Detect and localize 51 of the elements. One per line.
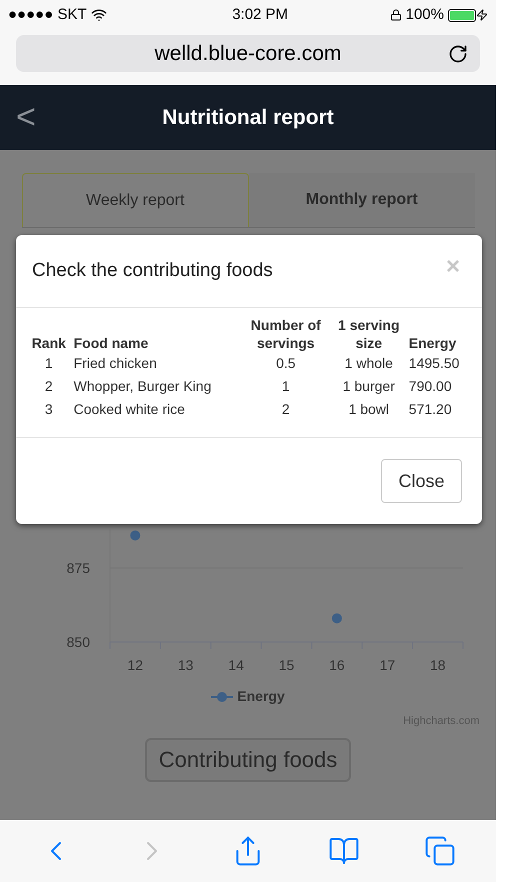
x-tick-label: 14 [228,657,244,673]
contributing-foods-button[interactable]: Contributing foods [144,738,352,782]
table-cell-text: Cooked white rice [72,400,186,419]
wifi-icon [90,7,107,23]
table-cell-text: Whopper, Burger King [72,377,212,396]
legend-marker-icon [211,692,234,702]
x-tick-label: 18 [430,657,446,673]
table-cell-text: 1 [44,354,54,373]
reload-icon[interactable] [448,44,468,64]
address-bar[interactable]: welld.blue-core.com [16,35,480,72]
carrier-label: ●●●●● SKT [8,4,87,25]
table-cell-text: 0.5 [275,354,297,373]
table-cell-text: Fried chicken [72,354,158,373]
table-cell-text: 790.00 [408,377,453,396]
page-title: Nutritional report [162,104,334,131]
column-header: Food name [72,334,150,352]
table-cell-text: 1 burger [342,377,396,396]
data-point [332,613,342,624]
table-cell-text: 2 [280,400,291,419]
battery-percent: 100% [406,4,444,25]
data-point [130,530,140,540]
bookmarks-icon[interactable] [328,835,360,867]
y-tick-label: 875 [66,560,90,576]
tabs-icon[interactable] [424,835,456,867]
table-cell-text: 2 [44,377,54,396]
table-cell-text: 1 whole [344,354,394,373]
table-cell-text: 1 [280,377,291,396]
charging-icon [476,9,488,21]
column-header: 1 serving size [337,316,401,352]
table-cell-text: 1 bowl [348,400,390,419]
x-tick-label: 16 [329,657,345,673]
x-tick-label: 17 [380,657,396,673]
column-header: Rank [30,334,67,352]
column-header: Number of servings [250,316,322,352]
x-tick-label: 13 [178,657,194,673]
legend-label[interactable]: Energy [237,686,285,707]
table-cell-text: 3 [44,400,54,419]
column-header: Energy [408,334,458,352]
x-tick-label: 12 [127,657,143,673]
url-text: welld.blue-core.com [154,40,342,67]
battery-icon [448,8,476,22]
report-tab[interactable]: Monthly report [249,173,474,227]
lock-icon [390,9,402,21]
back-button[interactable]: < [16,92,36,143]
table-cell-text: 571.20 [408,400,453,419]
x-tick-label: 15 [278,657,294,673]
y-tick-label: 850 [66,634,90,650]
modal-title: Check the contributing foods [32,258,273,283]
close-button[interactable]: Close [381,459,462,503]
clock: 3:02 PM [231,4,288,25]
table-cell-text: 1495.50 [408,354,460,373]
